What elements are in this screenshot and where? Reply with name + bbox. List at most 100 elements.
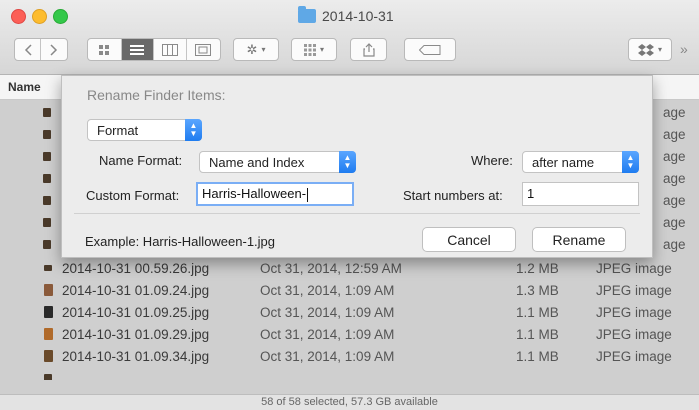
table-row[interactable]: 2014-10-31 01.09.24.jpg Oct 31, 2014, 1:… — [0, 280, 699, 302]
dropbox-icon — [637, 43, 654, 56]
minimize-window-button[interactable] — [32, 9, 47, 24]
image-file-icon — [44, 306, 53, 318]
file-size: 1.1 MB — [516, 327, 559, 342]
chevron-down-icon: ▾ — [261, 45, 266, 54]
file-kind: JPEG image — [596, 283, 672, 298]
kind-cell-partial: age — [663, 127, 686, 142]
start-numbers-value: 1 — [527, 186, 535, 201]
image-file-icon — [44, 374, 52, 380]
chevron-down-icon: ▾ — [319, 45, 324, 54]
table-row[interactable]: 2014-10-31 01.09.29.jpg Oct 31, 2014, 1:… — [0, 324, 699, 346]
gear-icon: ✲ — [246, 41, 258, 57]
close-window-button[interactable] — [11, 9, 26, 24]
arrange-grid-icon — [303, 43, 316, 56]
image-file-icon — [43, 240, 51, 249]
nav-buttons — [14, 38, 68, 61]
list-view-icon — [130, 44, 145, 55]
icon-view-button[interactable] — [88, 39, 122, 60]
icon-view-icon — [99, 44, 110, 55]
file-name: 2014-10-31 01.09.29.jpg — [62, 327, 210, 342]
file-size: 1.3 MB — [516, 283, 559, 298]
kind-cell-partial: age — [663, 149, 686, 164]
image-file-icon — [44, 328, 53, 340]
table-row[interactable]: 2014-10-31 00.59.26.jpg Oct 31, 2014, 12… — [0, 258, 699, 280]
file-kind: JPEG image — [596, 305, 672, 320]
cover-flow-view-icon — [195, 43, 212, 56]
kind-cell-partial: age — [663, 237, 686, 252]
share-button[interactable] — [350, 38, 387, 61]
image-file-icon — [43, 152, 51, 161]
kind-cell-partial: age — [663, 105, 686, 120]
file-kind: JPEG image — [596, 327, 672, 342]
kind-cell-partial: age — [663, 215, 686, 230]
where-value: after name — [532, 155, 595, 170]
window-title: 2014-10-31 — [298, 6, 394, 25]
chevron-right-icon — [50, 43, 58, 56]
status-bar: 58 of 58 selected, 57.3 GB available — [0, 394, 699, 410]
column-view-icon — [161, 43, 178, 56]
name-format-select[interactable]: Name and Index ▲ ▼ — [199, 151, 356, 173]
dropbox-menu-button[interactable]: ▾ — [628, 38, 672, 61]
dialog-title: Rename Finder Items: — [87, 87, 226, 103]
zoom-window-button[interactable] — [53, 9, 68, 24]
toolbar-overflow-button[interactable]: » — [680, 41, 688, 57]
forward-button[interactable] — [41, 39, 67, 60]
cancel-button[interactable]: Cancel — [422, 227, 516, 252]
where-select[interactable]: after name ▲ ▼ — [522, 151, 639, 173]
image-file-icon — [44, 265, 52, 271]
title-toolbar: 2014-10-31 ✲ ▾ ▾ ▾ » — [0, 0, 699, 75]
kind-cell-partial: age — [663, 193, 686, 208]
start-numbers-input[interactable]: 1 — [522, 182, 639, 206]
view-switcher — [87, 38, 221, 61]
image-file-icon — [43, 174, 51, 183]
image-file-icon — [43, 196, 51, 205]
custom-format-value: Harris-Halloween- — [202, 186, 307, 201]
file-kind: JPEG image — [596, 349, 672, 364]
window-title-text: 2014-10-31 — [322, 8, 394, 24]
arrange-menu-button[interactable]: ▾ — [291, 38, 337, 61]
chevron-left-icon — [24, 43, 32, 56]
action-menu-button[interactable]: ✲ ▾ — [233, 38, 279, 61]
custom-format-label: Custom Format: — [86, 188, 180, 203]
table-row[interactable] — [0, 368, 699, 380]
cover-flow-view-button[interactable] — [187, 39, 220, 60]
image-file-icon — [44, 350, 53, 362]
table-row[interactable]: 2014-10-31 01.09.34.jpg Oct 31, 2014, 1:… — [0, 346, 699, 368]
list-view-button[interactable] — [121, 39, 155, 60]
share-icon — [362, 42, 375, 57]
file-name: 2014-10-31 01.09.34.jpg — [62, 349, 210, 364]
name-format-value: Name and Index — [209, 155, 305, 170]
table-row[interactable]: 2014-10-31 01.09.25.jpg Oct 31, 2014, 1:… — [0, 302, 699, 324]
file-name: 2014-10-31 00.59.26.jpg — [62, 261, 210, 276]
image-file-icon — [43, 108, 51, 117]
date-modified: Oct 31, 2014, 1:09 AM — [260, 327, 395, 342]
image-file-icon — [43, 130, 51, 139]
kind-cell-partial: age — [663, 171, 686, 186]
folder-icon — [298, 6, 316, 23]
date-modified: Oct 31, 2014, 1:09 AM — [260, 305, 395, 320]
name-column-header[interactable]: Name — [8, 80, 41, 94]
dialog-divider — [74, 213, 640, 214]
example-text: Example: Harris-Halloween-1.jpg — [85, 234, 276, 249]
date-modified: Oct 31, 2014, 12:59 AM — [260, 261, 402, 276]
file-size: 1.2 MB — [516, 261, 559, 276]
chevron-updown-icon: ▲ ▼ — [185, 119, 202, 141]
rename-mode-select[interactable]: Format ▲ ▼ — [87, 119, 202, 141]
finder-window: 2014-10-31 ✲ ▾ ▾ ▾ » Name age age age ag… — [0, 0, 699, 410]
custom-format-input[interactable]: Harris-Halloween- — [196, 182, 354, 206]
file-name: 2014-10-31 01.09.24.jpg — [62, 283, 210, 298]
date-modified: Oct 31, 2014, 1:09 AM — [260, 283, 395, 298]
start-numbers-label: Start numbers at: — [403, 188, 503, 203]
back-button[interactable] — [15, 39, 42, 60]
file-size: 1.1 MB — [516, 305, 559, 320]
tag-button[interactable] — [404, 38, 456, 61]
tag-icon — [419, 44, 441, 55]
chevron-updown-icon: ▲ ▼ — [622, 151, 639, 173]
name-format-label: Name Format: — [99, 153, 183, 168]
image-file-icon — [44, 284, 53, 296]
file-name: 2014-10-31 01.09.25.jpg — [62, 305, 210, 320]
rename-button[interactable]: Rename — [532, 227, 626, 252]
column-view-button[interactable] — [154, 39, 187, 60]
rename-dialog: Rename Finder Items: Format ▲ ▼ Name Form… — [61, 75, 653, 258]
rename-mode-value: Format — [97, 123, 139, 138]
